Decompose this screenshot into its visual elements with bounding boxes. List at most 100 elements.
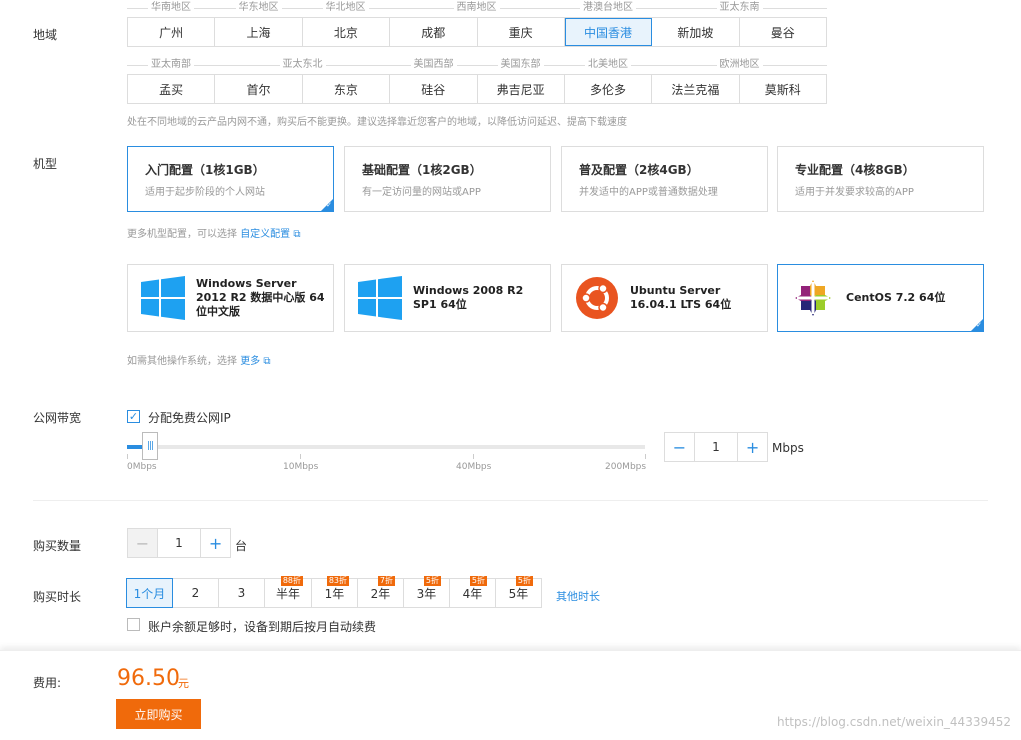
region-option[interactable]: 多伦多 (565, 75, 653, 103)
auto-renew-checkbox[interactable] (127, 618, 140, 631)
bandwidth-unit: Mbps (772, 441, 804, 455)
discount-badge: 88折 (280, 576, 303, 586)
region-group-header: 华东地区 (215, 2, 302, 14)
config-card[interactable]: 普及配置（2核4GB） 并发适中的APP或普通数据处理 (561, 146, 768, 212)
region-option[interactable]: 广州 (128, 18, 216, 46)
region-group-label: 亚太南部 (148, 59, 194, 71)
duration-option[interactable]: 1年 83折 (311, 576, 358, 608)
config-desc: 适用于并发要求较高的APP (795, 187, 914, 198)
quantity-stepper: − 1 + (127, 528, 231, 558)
config-card[interactable]: 基础配置（1核2GB） 有一定访问量的网站或APP (344, 146, 551, 212)
windows-icon (140, 275, 186, 321)
duration-option[interactable]: 5年 5折 (495, 576, 542, 608)
os-card[interactable]: Windows Server 2012 R2 数据中心版 64位中文版 (127, 264, 334, 332)
duration-option[interactable]: 半年 88折 (264, 576, 312, 608)
region-group-label: 欧洲地区 (716, 59, 763, 71)
other-duration-link[interactable]: 其他时长 (556, 588, 600, 604)
os-name: CentOS 7.2 64位 (846, 291, 946, 304)
discount-badge: 7折 (377, 576, 395, 586)
slider-tick-label: 10Mbps (283, 462, 319, 472)
config-title: 普及配置（2核4GB） (579, 163, 699, 177)
bandwidth-slider-thumb[interactable]: ||| (142, 432, 158, 460)
quantity-value[interactable]: 1 (156, 529, 202, 557)
region-group-label: 华东地区 (235, 2, 282, 14)
region-option[interactable]: 中国香港 (564, 18, 653, 46)
bandwidth-slider-track[interactable] (127, 445, 645, 449)
model-more-text: 更多机型配置，可以选择 (127, 229, 237, 240)
region-group-label: 美国东部 (497, 59, 544, 71)
region-group-header: 港澳台地区 (564, 2, 652, 14)
config-title: 入门配置（1核1GB） (145, 163, 265, 177)
duration-label: 购买时长 (33, 590, 82, 604)
region-group-header: 亚太东北 (215, 59, 390, 71)
slider-tick (473, 454, 474, 459)
region-group-label: 北美地区 (585, 59, 631, 71)
region-group-label: 亚太东南 (716, 2, 763, 14)
duration-option[interactable]: 2 (172, 578, 219, 608)
region-option[interactable]: 重庆 (478, 18, 565, 46)
region-group-header: 美国东部 (477, 59, 564, 71)
auto-renew-label: 账户余额足够时，设备到期后按月自动续费 (148, 620, 377, 634)
bandwidth-minus-button[interactable]: − (665, 433, 694, 461)
external-link-icon: ⧉ (263, 356, 271, 367)
duration-option[interactable]: 3年 5折 (403, 576, 450, 608)
config-card[interactable]: 专业配置（4核8GB） 适用于并发要求较高的APP (777, 146, 984, 212)
bandwidth-value[interactable]: 1 (693, 433, 739, 461)
os-name: Ubuntu Server 16.04.1 LTS 64位 (630, 284, 732, 311)
custom-config-link[interactable]: 自定义配置 (240, 229, 290, 240)
region-option[interactable]: 硅谷 (390, 75, 478, 103)
slider-tick-label: 40Mbps (456, 462, 492, 472)
os-card[interactable]: Windows 2008 R2 SP1 64位 (344, 264, 551, 332)
duration-option-label: 2年 (370, 586, 391, 601)
region-option[interactable]: 成都 (390, 18, 478, 46)
bandwidth-stepper: − 1 + (664, 432, 768, 462)
windows-icon (357, 275, 403, 321)
config-title: 基础配置（1核2GB） (362, 163, 482, 177)
region-option[interactable]: 上海 (215, 18, 303, 46)
config-title: 专业配置（4核8GB） (795, 163, 915, 177)
price-currency: 元 (178, 677, 189, 690)
slider-tick-label: 200Mbps (605, 462, 647, 472)
region-group-header: 华南地区 (127, 2, 215, 14)
discount-badge: 5折 (515, 576, 533, 586)
os-name: Windows Server 2012 R2 数据中心版 64位中文版 (196, 277, 325, 318)
slider-tick (645, 454, 646, 459)
selected-check-icon (321, 199, 333, 211)
duration-option-label: 1个月 (133, 586, 166, 601)
region-group-header: 北美地区 (564, 59, 652, 71)
region-option[interactable]: 曼谷 (740, 18, 826, 46)
region-option[interactable]: 东京 (303, 75, 391, 103)
model-more: 更多机型配置，可以选择 自定义配置 ⧉ (127, 225, 301, 240)
duration-option-label: 5年 (508, 586, 529, 601)
external-link-icon: ⧉ (293, 229, 301, 240)
region-option[interactable]: 弗吉尼亚 (478, 75, 565, 103)
region-option[interactable]: 新加坡 (652, 18, 740, 46)
region-option[interactable]: 法兰克福 (652, 75, 740, 103)
duration-option-label: 2 (191, 586, 200, 600)
buy-now-button[interactable]: 立即购买 (116, 699, 201, 729)
centos-icon (790, 275, 836, 321)
os-card[interactable]: Ubuntu Server 16.04.1 LTS 64位 (561, 264, 768, 332)
region-option[interactable]: 孟买 (128, 75, 216, 103)
config-card[interactable]: 入门配置（1核1GB） 适用于起步阶段的个人网站 (127, 146, 334, 212)
os-more-text: 如需其他操作系统，选择 (127, 356, 237, 367)
quantity-minus-button[interactable]: − (128, 529, 157, 557)
more-os-link[interactable]: 更多 (240, 356, 260, 367)
region-group-label: 亚太东北 (279, 59, 326, 71)
bandwidth-plus-button[interactable]: + (738, 433, 767, 461)
discount-badge: 83折 (326, 576, 349, 586)
region-option[interactable]: 莫斯科 (740, 75, 826, 103)
os-card[interactable]: CentOS 7.2 64位 (777, 264, 984, 332)
region-option[interactable]: 首尔 (215, 75, 303, 103)
duration-option[interactable]: 1个月 (126, 578, 173, 608)
region-option[interactable]: 北京 (303, 18, 391, 46)
region-group-header: 华北地区 (302, 2, 389, 14)
region-group-header: 西南地区 (389, 2, 564, 14)
duration-option[interactable]: 2年 7折 (357, 576, 404, 608)
free-ip-checkbox[interactable]: ✓ (127, 410, 140, 423)
os-name: Windows 2008 R2 SP1 64位 (413, 284, 524, 311)
selected-check-icon (971, 319, 983, 331)
duration-option[interactable]: 3 (218, 578, 265, 608)
quantity-plus-button[interactable]: + (201, 529, 230, 557)
duration-option[interactable]: 4年 5折 (449, 576, 496, 608)
